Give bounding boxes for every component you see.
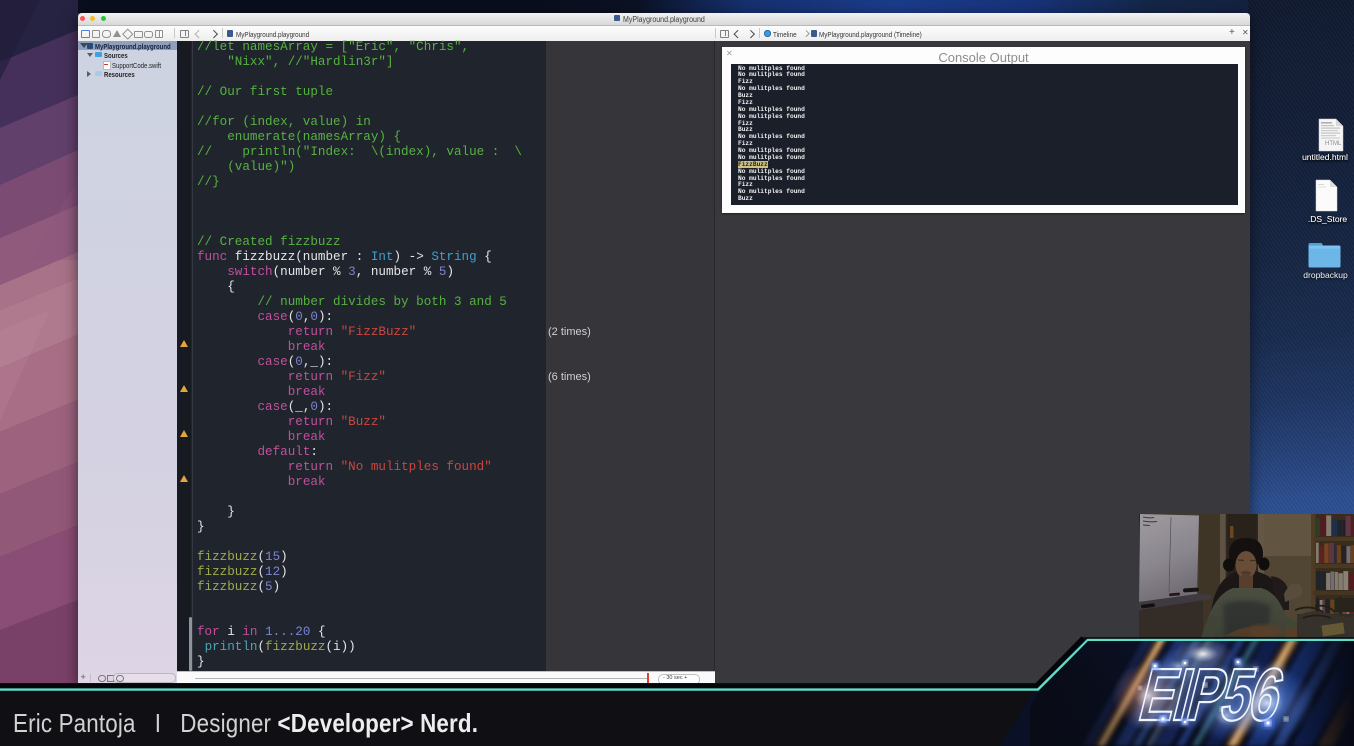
svg-text:HTML: HTML <box>1325 141 1342 147</box>
